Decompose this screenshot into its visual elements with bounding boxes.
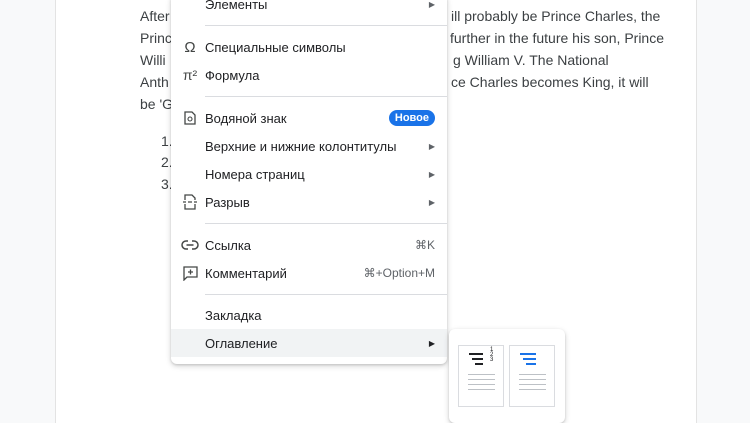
submenu-arrow-icon: ▶: [428, 338, 435, 348]
doc-text-line: After: [140, 8, 170, 24]
menu-item-label: Оглавление: [205, 335, 278, 351]
toc-page-numbers-icon: 123: [490, 347, 494, 363]
menu-item-elements[interactable]: Элементы ▶: [171, 0, 447, 18]
doc-text-line: be 'G: [140, 96, 174, 112]
submenu-arrow-icon: ▶: [428, 141, 435, 151]
toc-preview-line: [468, 389, 495, 390]
page-break-icon: [181, 193, 199, 211]
submenu-arrow-icon: ▶: [428, 0, 435, 9]
menu-item-label: Водяной знак: [205, 110, 287, 126]
toc-preview-line: [468, 384, 495, 385]
menu-divider: [205, 223, 447, 224]
shortcut-text: ⌘K: [414, 238, 435, 252]
menu-item-formula[interactable]: π² Формула: [171, 61, 447, 89]
toc-preview-line: [468, 379, 495, 380]
toc-preview-line: [519, 379, 546, 380]
menu-item-headers-footers[interactable]: Верхние и нижние колонтитулы ▶: [171, 132, 447, 160]
link-icon: [181, 236, 199, 254]
menu-item-label: Верхние и нижние колонтитулы: [205, 138, 397, 154]
menu-item-bookmark[interactable]: Закладка: [171, 301, 447, 329]
toc-option-links[interactable]: [509, 345, 555, 407]
toc-preview-line: [520, 353, 536, 355]
menu-item-special-characters[interactable]: Ω Специальные символы: [171, 33, 447, 61]
menu-item-label: Формула: [205, 67, 260, 83]
toc-preview-line: [526, 363, 536, 365]
pi-icon: π²: [182, 67, 198, 83]
toc-preview-line: [472, 358, 483, 360]
menu-item-label: Закладка: [205, 307, 262, 323]
doc-text-line: ce Charles becomes King, it will: [451, 74, 649, 90]
menu-item-page-numbers[interactable]: Номера страниц ▶: [171, 160, 447, 188]
menu-item-label: Номера страниц: [205, 166, 305, 182]
menu-item-label: Разрыв: [205, 194, 250, 210]
submenu-arrow-icon: ▶: [428, 169, 435, 179]
submenu-arrow-icon: ▶: [428, 197, 435, 207]
doc-text-line: Anth: [140, 74, 169, 90]
menu-divider: [205, 96, 447, 97]
doc-text-line: g William V. The National: [453, 52, 609, 68]
menu-item-comment[interactable]: Комментарий ⌘+Option+M: [171, 259, 447, 287]
toc-option-numbered[interactable]: 123: [458, 345, 504, 407]
menu-item-label: Ссылка: [205, 237, 252, 253]
menu-item-label: Комментарий: [205, 265, 287, 281]
new-badge: Новое: [388, 110, 435, 126]
menu-item-link[interactable]: Ссылка ⌘K: [171, 231, 447, 259]
menu-item-break[interactable]: Разрыв ▶: [171, 188, 447, 216]
doc-text-line: Princ: [140, 30, 172, 46]
toc-preview-line: [475, 363, 483, 365]
toc-preview-line: [523, 358, 536, 360]
menu-item-watermark[interactable]: Водяной знак Новое: [171, 104, 447, 132]
toc-submenu: 123: [449, 329, 565, 423]
doc-text-line: Willi: [140, 52, 166, 68]
toc-preview-line: [519, 384, 546, 385]
watermark-icon: [181, 109, 199, 127]
menu-divider: [205, 294, 447, 295]
toc-preview-line: [519, 374, 546, 375]
doc-text-line: further in the future his son, Prince: [450, 30, 664, 46]
doc-text-line: ill probably be Prince Charles, the: [451, 8, 661, 24]
toc-preview-line: [469, 353, 483, 355]
toc-preview-line: [519, 389, 546, 390]
shortcut-text: ⌘+Option+M: [363, 266, 435, 280]
omega-icon: Ω: [184, 38, 196, 56]
add-comment-icon: [181, 264, 199, 282]
toc-preview-line: [468, 374, 495, 375]
insert-menu: Элементы ▶ Ω Специальные символы π² Форм…: [171, 0, 447, 364]
menu-item-label: Элементы: [205, 0, 268, 12]
menu-item-table-of-contents[interactable]: Оглавление ▶: [171, 329, 447, 357]
menu-divider: [205, 25, 447, 26]
menu-item-label: Специальные символы: [205, 39, 346, 55]
